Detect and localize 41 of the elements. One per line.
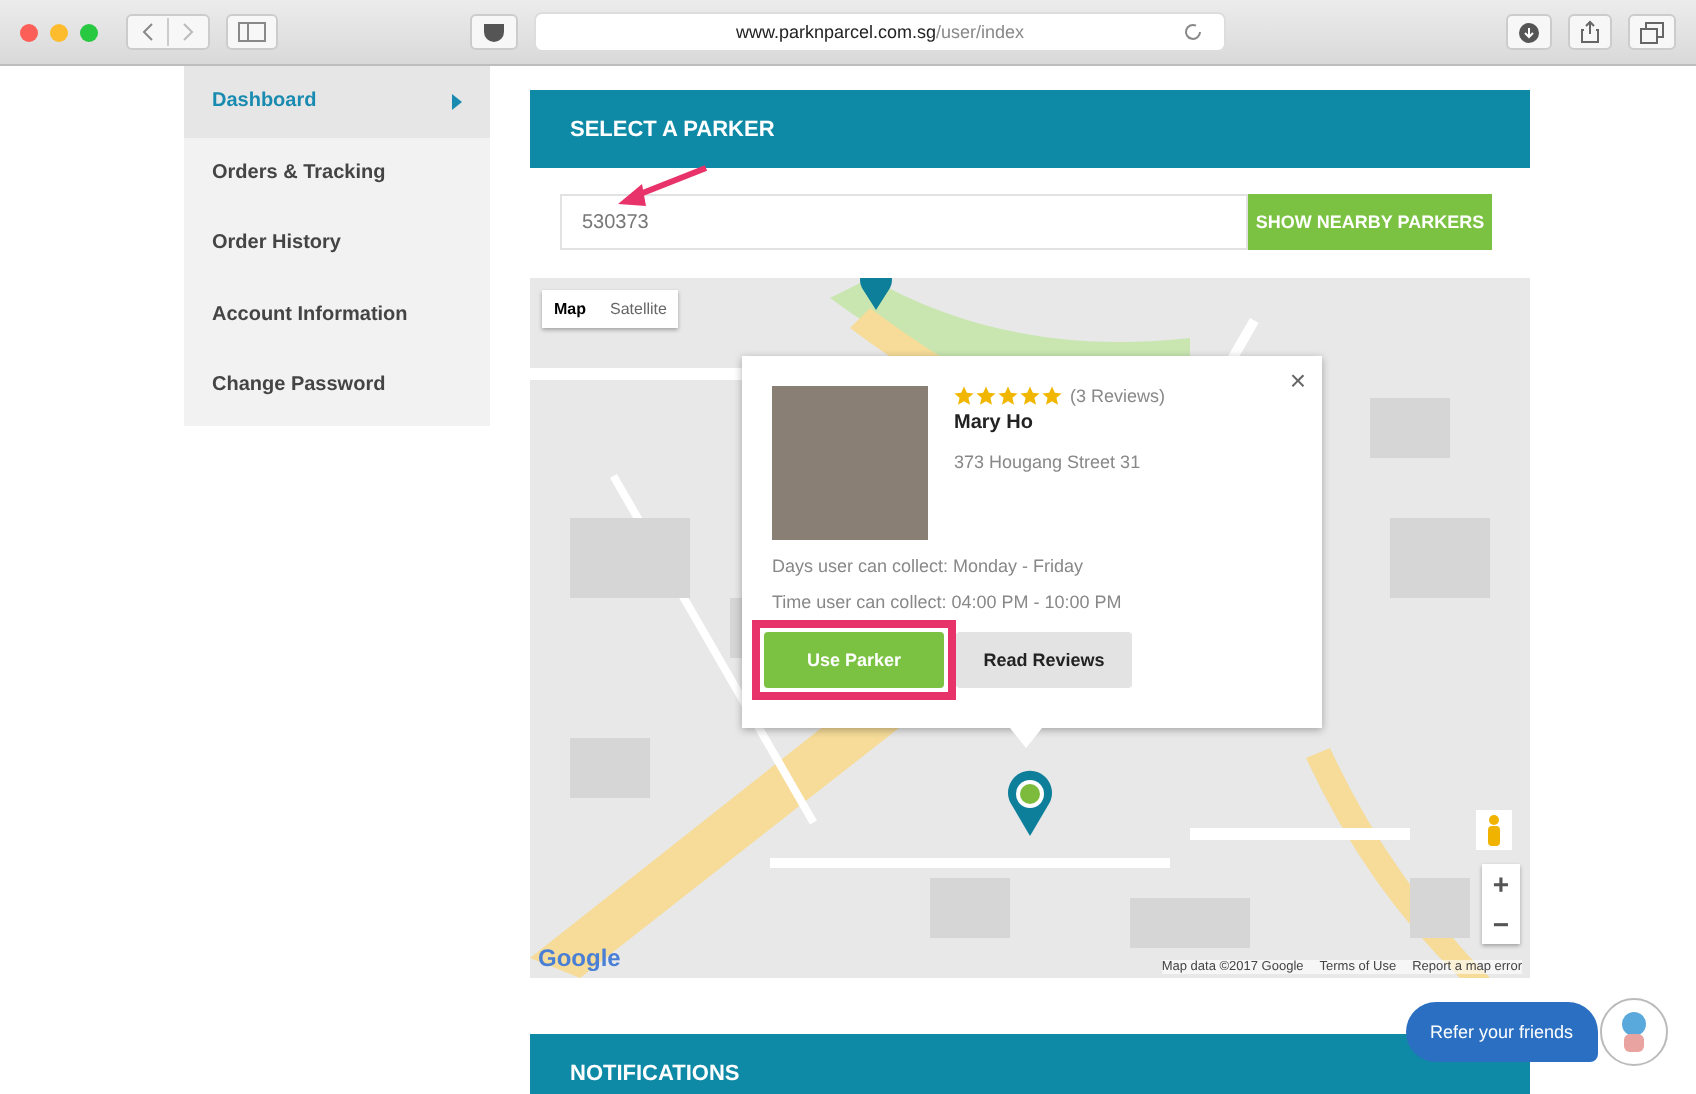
address-bar[interactable]: www.parknparcel.com.sg/user/index (534, 12, 1226, 52)
avatar-icon[interactable] (1599, 998, 1668, 1066)
star-icon (954, 386, 974, 406)
download-icon[interactable] (1506, 14, 1552, 50)
close-button[interactable]: × (1289, 364, 1306, 396)
star-icon (1020, 386, 1040, 406)
parker-address: 373 Hougang Street 31 (954, 452, 1143, 472)
collection-time: Time user can collect: 04:00 PM - 10:00 PM (772, 592, 1124, 612)
map-type-tab[interactable]: Satellite (598, 290, 679, 328)
collection-days: Days user can collect: Monday - Friday (772, 556, 1302, 576)
share-icon[interactable] (1568, 14, 1612, 50)
sidebar-item[interactable]: Orders & Tracking (184, 137, 490, 208)
sidebar-item[interactable]: Account Information (184, 279, 490, 350)
section-title: NOTIFICATIONS (570, 1061, 740, 1085)
street-view-icon[interactable] (1476, 810, 1512, 850)
zoom-out-button[interactable]: − (1482, 904, 1520, 944)
map-type-tab[interactable]: Map (542, 290, 598, 328)
parker-name: Mary Ho (954, 412, 1035, 434)
caret-icon (452, 93, 462, 110)
star-icon (1042, 386, 1062, 406)
zoom-window-icon[interactable] (80, 23, 98, 41)
star-icon (976, 386, 996, 406)
sidebar-item[interactable]: Change Password (184, 350, 490, 421)
zoom-in-button[interactable]: + (1482, 864, 1520, 904)
map-pin-icon (858, 278, 894, 312)
review-count[interactable]: (3 Reviews) (1070, 386, 1166, 406)
reload-icon[interactable] (1184, 22, 1204, 42)
close-window-icon[interactable] (20, 23, 38, 41)
refer-friends-button[interactable]: Refer your friends (1406, 1002, 1598, 1062)
sidebar-toggle-icon[interactable] (226, 14, 278, 50)
section-title: SELECT A PARKER (570, 117, 775, 141)
postal-code-field[interactable]: 530373 (560, 194, 1248, 250)
star-icon (998, 386, 1018, 406)
tabs-icon[interactable] (1628, 14, 1676, 50)
arrow-annotation (614, 164, 710, 212)
url-text: www.parknparcel.com.sg/user/index (735, 22, 1025, 42)
map-logo: Google (538, 944, 621, 972)
map-pin-icon (1004, 770, 1056, 838)
read-reviews-button[interactable]: Read Reviews (956, 632, 1132, 688)
back-forward-buttons[interactable] (126, 14, 210, 50)
sidebar-item[interactable]: Order History (184, 208, 490, 279)
